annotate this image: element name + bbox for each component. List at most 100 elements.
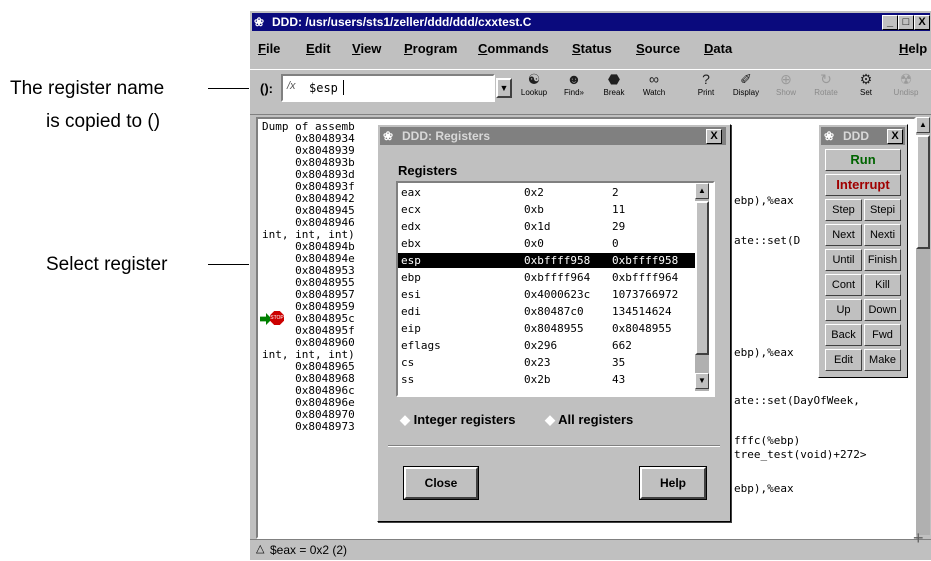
break-button[interactable]: ⬣ Break [594,70,634,97]
menu-program[interactable]: Program [404,41,457,56]
menu-edit[interactable]: Edit [306,41,331,56]
arg-label: (): [260,81,273,96]
register-dec: 0xbffff958 [612,254,679,267]
arg-field[interactable]: /x $esp [281,74,495,102]
register-hex: 0x2 [524,186,544,199]
register-row-cs[interactable]: cs 0x23 35 [398,355,699,370]
registers-title-bar[interactable]: ❀ DDD: Registers X [380,127,726,145]
close-button[interactable]: X [914,15,930,30]
command-tool: ❀ DDD X Run Interrupt Step Stepi Next Ne… [818,124,908,378]
undisplay-label: Undisp [893,88,919,97]
scroll-up-arrow-icon[interactable]: ▲ [695,183,709,199]
edit-button[interactable]: Edit [825,349,862,371]
make-button[interactable]: Make [864,349,901,371]
menu-data[interactable]: Data [704,41,732,56]
register-row-edi[interactable]: edi 0x80487c0 134514624 [398,304,699,319]
main-vertical-scrollbar[interactable]: ▲ [916,117,930,535]
undisplay-button[interactable]: ☢ Undisp [886,70,926,97]
register-row-esi[interactable]: esi 0x4000623c 1073766972 [398,287,699,302]
up-button[interactable]: Up [825,299,862,321]
set-icon: ⚙ [859,71,873,87]
minimize-button[interactable]: _ [882,15,898,30]
tool-bar: (): /x $esp ▼ ☯ Lookup ☻ Find» ⬣ Break ∞ Wat… [250,69,931,115]
interrupt-button[interactable]: Interrupt [825,174,901,196]
next-button[interactable]: Next [825,224,862,246]
register-hex: 0x8048955 [524,322,584,335]
registers-list[interactable]: eax 0x2 2 ecx 0xb 11 edx 0x1d 29 ebx 0x0 0 esp 0x… [396,181,715,397]
maximize-button[interactable]: □ [898,15,914,30]
assembly-fragment: fffc(%ebp) [734,434,801,447]
register-name: ebp [401,271,421,284]
command-tool-title-bar[interactable]: ❀ DDD X [821,127,905,145]
register-row-ss[interactable]: ss 0x2b 43 [398,372,699,387]
watch-button[interactable]: ∞ Watch [634,70,674,97]
scroll-thumb[interactable] [916,135,930,249]
register-row-edx[interactable]: edx 0x1d 29 [398,219,699,234]
display-button[interactable]: ✐ Display [726,70,766,97]
radio-integer-registers[interactable]: ◆ Integer registers [400,412,516,428]
lookup-button[interactable]: ☯ Lookup [514,70,554,97]
registers-scroll-thumb[interactable] [695,201,709,355]
display-label: Display [732,88,760,97]
fwd-button[interactable]: Fwd [864,324,901,346]
register-dec: 0xbffff964 [612,271,679,284]
kill-button[interactable]: Kill [864,274,901,296]
command-tool-title: DDD [843,129,869,143]
registers-close-x-button[interactable]: X [706,129,722,144]
nexti-button[interactable]: Nexti [864,224,901,246]
rotate-icon: ↻ [820,71,832,87]
dialog-separator [388,445,720,447]
step-button[interactable]: Step [825,199,862,221]
set-button[interactable]: ⚙ Set [846,70,886,97]
register-row-eip[interactable]: eip 0x8048955 0x8048955 [398,321,699,336]
watch-label: Watch [642,88,666,97]
close-button[interactable]: Close [404,467,478,499]
run-button[interactable]: Run [825,149,901,171]
menu-source[interactable]: Source [636,41,680,56]
resize-crosshair-icon[interactable]: + [913,528,924,549]
menu-status[interactable]: Status [572,41,612,56]
assembly-fragment: ate::set(D [734,234,801,247]
down-button[interactable]: Down [864,299,901,321]
breakpoint-stop-icon[interactable]: STOP [270,311,284,325]
text-cursor [343,80,344,95]
help-button[interactable]: Help [640,467,706,499]
ddd-logo-icon: ❀ [254,15,265,29]
print-button[interactable]: ? Print [686,70,726,97]
arg-history-dropdown[interactable]: ▼ [496,78,512,98]
main-title-bar[interactable]: ❀ DDD: /usr/users/sts1/zeller/ddd/ddd/cx… [252,13,930,31]
scroll-down-arrow-icon[interactable]: ▼ [695,373,709,389]
register-hex: 0x4000623c [524,288,591,301]
stepi-button[interactable]: Stepi [864,199,901,221]
register-dec: 0 [612,237,619,250]
menu-help[interactable]: Help [899,41,927,56]
menu-file[interactable]: File [258,41,280,56]
register-row-ebx[interactable]: ebx 0x0 0 [398,236,699,251]
clear-icon[interactable]: /x [287,80,296,92]
finish-button[interactable]: Finish [864,249,901,271]
glasses-icon: ∞ [649,71,659,87]
rotate-button[interactable]: ↻ Rotate [806,70,846,97]
menu-commands[interactable]: Commands [478,41,549,56]
register-hex: 0xbffff958 [524,254,591,267]
status-triangle-icon[interactable]: △ [256,542,264,555]
register-row-eax[interactable]: eax 0x2 2 [398,185,699,200]
menu-view[interactable]: View [352,41,381,56]
until-button[interactable]: Until [825,249,862,271]
register-row-eflags[interactable]: eflags 0x296 662 [398,338,699,353]
find-button[interactable]: ☻ Find» [554,70,594,97]
scroll-up-arrow-icon[interactable]: ▲ [916,117,930,133]
find-icon: ☻ [566,71,582,87]
register-row-esp-selected[interactable]: esp 0xbffff958 0xbffff958 [398,253,699,268]
menu-bar: File Edit View Program Commands Status S… [250,41,931,59]
back-button[interactable]: Back [825,324,862,346]
register-row-ecx[interactable]: ecx 0xb 11 [398,202,699,217]
assembly-fragment: ebp),%eax [734,482,794,495]
cont-button[interactable]: Cont [825,274,862,296]
radio-all-registers[interactable]: ◆ All registers [545,412,633,428]
register-name: esp [401,254,421,267]
register-row-ebp[interactable]: ebp 0xbffff964 0xbffff964 [398,270,699,285]
show-button[interactable]: ⊕ Show [766,70,806,97]
command-tool-close-button[interactable]: X [887,129,903,144]
registers-scrollbar[interactable]: ▲ ▼ [695,183,709,391]
